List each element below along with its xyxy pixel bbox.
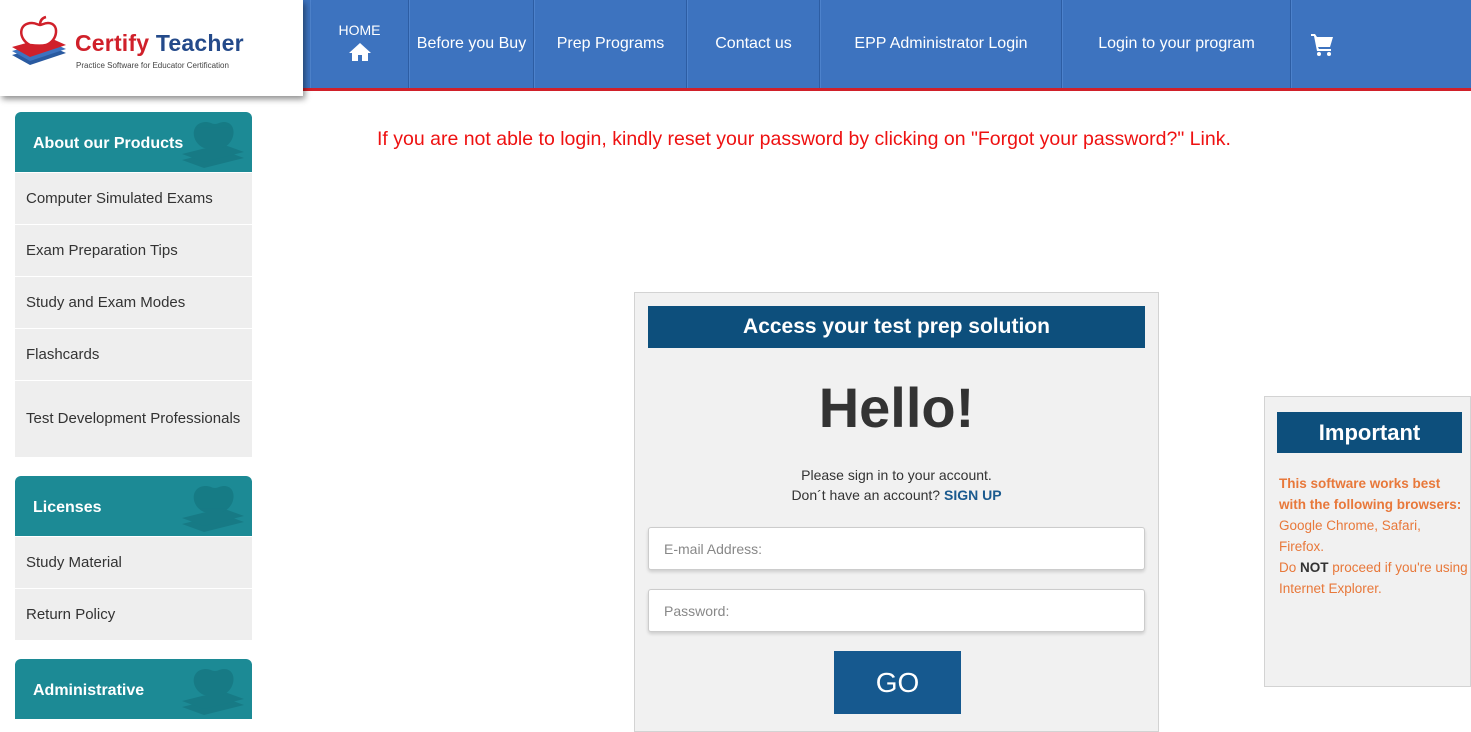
signin-prompt: Please sign in to your account. [801, 467, 992, 483]
sidebar-item-test-development-professionals[interactable]: Test Development Professionals [15, 380, 252, 457]
home-icon [348, 43, 371, 61]
apple-books-icon [182, 122, 244, 168]
sidebar-item-study-and-exam-modes[interactable]: Study and Exam Modes [15, 276, 252, 328]
sidebar-section-title: Administrative [33, 682, 145, 699]
signin-text: Please sign in to your account. Don´t ha… [635, 465, 1158, 505]
important-body: This software works best with the follow… [1279, 473, 1469, 599]
greeting: Hello! [818, 376, 975, 439]
warning-strong: NOT [1300, 560, 1329, 575]
cart-icon [1310, 34, 1333, 56]
nav-home[interactable]: HOME [310, 0, 409, 88]
apple-books-icon [182, 486, 244, 532]
browser-recommendation: This software works best with the follow… [1279, 476, 1462, 512]
important-heading: Important [1277, 412, 1462, 453]
nav-epp-administrator-login[interactable]: EPP Administrator Login [820, 0, 1062, 88]
sidebar: About our Products Computer Simulated Ex… [15, 112, 252, 719]
login-panel: Access your test prep solution Hello! Pl… [634, 292, 1159, 732]
brand-name: Certify Teacher [75, 30, 244, 57]
sidebar-item-return-policy[interactable]: Return Policy [15, 588, 252, 640]
sidebar-section-title: About our Products [33, 135, 184, 152]
brand-name-first: Certify [75, 30, 156, 56]
main-navigation: HOME Before you Buy Prep Programs Contac… [310, 0, 1351, 88]
signup-line: Don´t have an account? SIGN UP [635, 485, 1158, 505]
email-input[interactable] [648, 527, 1145, 570]
nav-login-to-your-program[interactable]: Login to your program [1062, 0, 1291, 88]
nav-cart[interactable] [1291, 0, 1351, 88]
brand-tagline: Practice Software for Educator Certifica… [76, 61, 229, 70]
site-logo[interactable]: Certify Teacher Practice Software for Ed… [0, 0, 303, 96]
sidebar-item-exam-preparation-tips[interactable]: Exam Preparation Tips [15, 224, 252, 276]
go-button[interactable]: GO [834, 651, 961, 714]
nav-before-you-buy[interactable]: Before you Buy [409, 0, 534, 88]
sidebar-item-computer-simulated-exams[interactable]: Computer Simulated Exams [15, 172, 252, 224]
nav-prep-programs[interactable]: Prep Programs [534, 0, 687, 88]
login-panel-heading: Access your test prep solution [648, 306, 1145, 348]
password-input[interactable] [648, 589, 1145, 632]
apple-books-logo-icon [12, 15, 66, 65]
nav-contact-us[interactable]: Contact us [687, 0, 820, 88]
warning-pre: Do [1279, 560, 1301, 575]
sidebar-item-flashcards[interactable]: Flashcards [15, 328, 252, 380]
sidebar-section-title: Licenses [33, 499, 102, 516]
supported-browsers: Google Chrome, Safari, Firefox. [1279, 518, 1421, 554]
sidebar-section-licenses: Licenses [15, 476, 252, 536]
important-box: Important This software works best with … [1264, 396, 1471, 687]
signup-prompt: Don´t have an account? [791, 487, 941, 503]
nav-home-label: HOME [338, 22, 381, 38]
sidebar-section-administrative: Administrative [15, 659, 252, 719]
signup-link[interactable]: SIGN UP [944, 487, 1002, 503]
sidebar-section-about-products: About our Products [15, 112, 252, 172]
brand-name-second: Teacher [155, 30, 244, 56]
apple-books-icon [182, 669, 244, 715]
login-notice: If you are not able to login, kindly res… [377, 128, 1231, 150]
sidebar-item-study-material[interactable]: Study Material [15, 536, 252, 588]
